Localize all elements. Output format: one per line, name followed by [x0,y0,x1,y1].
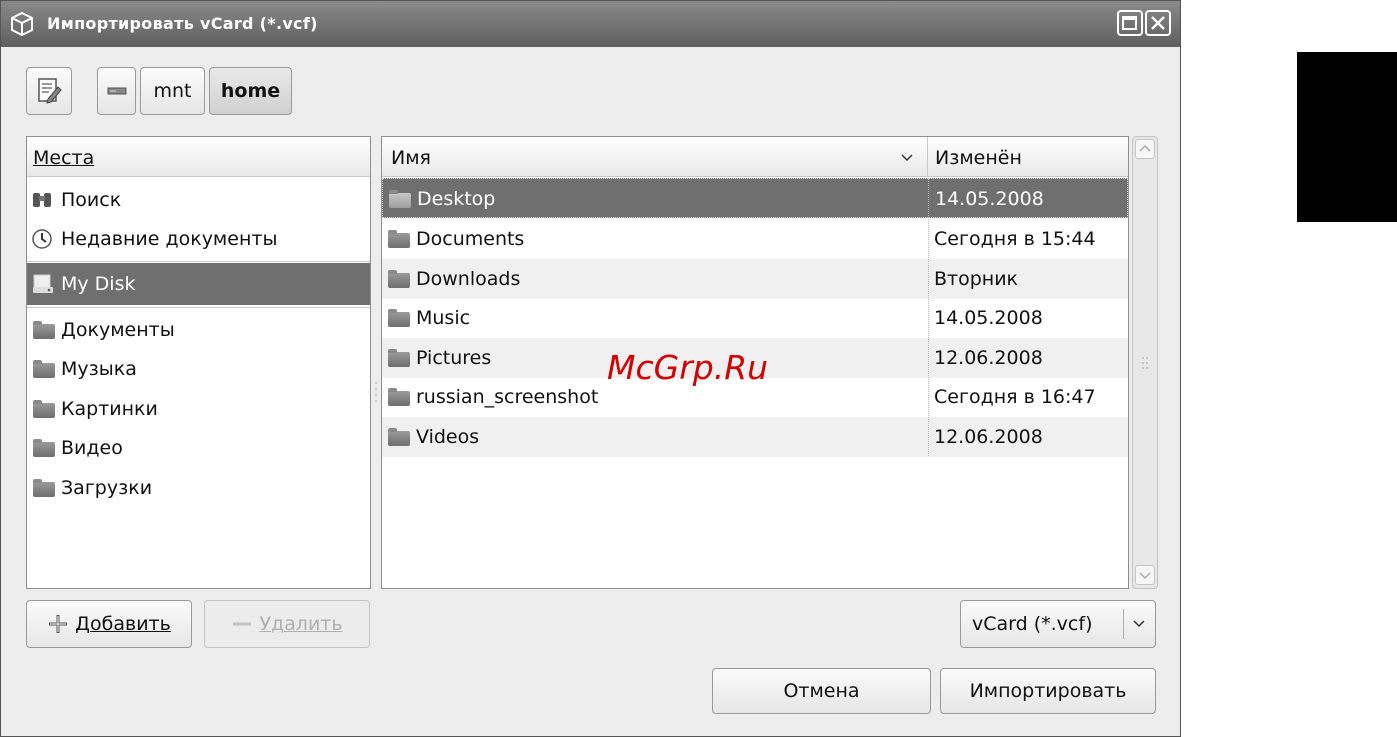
folder-icon [388,270,410,288]
file-modified: 14.05.2008 [934,307,1043,329]
folder-icon [388,428,410,446]
column-divider [928,178,929,456]
title-bar[interactable]: Импортировать vCard (*.vcf) [1,1,1180,47]
file-name: Desktop [417,188,496,210]
file-row[interactable]: Documents Сегодня в 15:44 [382,219,1128,259]
window-title: Импортировать vCard (*.vcf) [47,14,318,33]
places-header-label: Места [33,147,95,169]
places-item-pictures[interactable]: Картинки [27,389,370,429]
places-item-recent[interactable]: Недавние документы [27,219,370,259]
file-modified: Сегодня в 15:44 [934,228,1096,250]
import-button[interactable]: Импортировать [940,668,1156,714]
places-item-label: Музыка [61,358,137,380]
file-row[interactable]: Music 14.05.2008 [382,298,1128,338]
places-item-music[interactable]: Музыка [27,349,370,389]
files-scrollbar[interactable] [1132,136,1158,589]
column-header-modified[interactable]: Изменён [929,137,1128,177]
add-bookmark-button[interactable]: Добавить [26,600,192,648]
chevron-down-icon [1139,572,1151,580]
close-button[interactable] [1145,10,1171,36]
watermark: McGrp.Ru [607,348,769,387]
folder-icon [388,309,410,327]
path-crumb-mnt[interactable]: mnt [140,67,205,115]
recent-documents-icon [32,229,52,249]
places-item-video[interactable]: Видео [27,428,370,468]
path-crumb-home[interactable]: home [209,67,292,115]
path-root-button[interactable] [97,67,136,115]
file-modified: 12.06.2008 [934,347,1043,369]
folder-icon [388,230,410,248]
scroll-down-button[interactable] [1135,565,1155,585]
close-icon [1151,16,1165,30]
filter-selected-value: vCard (*.vcf) [972,613,1093,635]
places-separator [27,307,370,308]
file-modified: 14.05.2008 [935,188,1044,210]
import-vcard-dialog: Импортировать vCard (*.vcf) mnt home Мес… [0,0,1181,737]
remove-bookmark-label: Удалить [259,613,343,635]
places-item-label: Видео [61,437,123,459]
folder-icon [388,388,410,406]
places-item-label: Поиск [61,189,122,211]
places-header[interactable]: Места [27,137,370,177]
places-item-label: Документы [61,319,175,341]
black-block [1297,52,1397,222]
type-location-button[interactable] [26,67,72,115]
file-type-filter-select[interactable]: vCard (*.vcf) [960,600,1156,648]
places-pane: Места Поиск Недавние документы My Disk Д… [26,136,371,589]
file-modified: Вторник [934,268,1019,290]
places-item-label: My Disk [61,273,136,295]
chevron-up-icon [1139,144,1151,152]
folder-icon [33,321,55,339]
column-header-modified-label: Изменён [935,147,1022,169]
places-item-my-disk[interactable]: My Disk [27,263,370,305]
file-name: Music [416,307,471,329]
pane-splitter-handle[interactable] [373,379,379,405]
file-row[interactable]: Desktop 14.05.2008 [382,178,1128,218]
file-modified: 12.06.2008 [934,426,1043,448]
column-header-name[interactable]: Имя [382,137,928,177]
edit-location-icon [38,78,62,104]
remove-bookmark-button[interactable]: Удалить [204,600,370,648]
files-header: Имя Изменён [382,137,1128,177]
file-modified: Сегодня в 16:47 [934,386,1096,408]
places-separator [27,261,370,262]
column-header-name-label: Имя [391,147,431,169]
plus-icon [49,615,68,633]
combo-separator [1123,609,1124,639]
places-item-search[interactable]: Поиск [27,180,370,220]
sort-chevron-down-icon [901,154,913,162]
folder-icon [33,439,55,457]
package-icon [11,11,33,37]
file-name: Pictures [416,347,492,369]
file-name: russian_screenshot [416,386,599,408]
folder-icon [389,190,411,208]
file-name: Videos [416,426,480,448]
chevron-down-icon [1133,620,1145,628]
grip-icon [375,382,377,402]
folder-icon [388,349,410,367]
scroll-up-button[interactable] [1135,139,1155,159]
cancel-button[interactable]: Отмена [712,668,931,714]
grip-icon [1142,357,1148,369]
maximize-icon [1122,16,1137,30]
folder-icon [33,400,55,418]
file-row[interactable]: Downloads Вторник [382,259,1128,299]
drive-icon [107,87,126,95]
binoculars-icon [33,193,51,207]
disk-icon [33,274,53,293]
places-item-label: Загрузки [61,477,153,499]
file-name: Downloads [416,268,521,290]
add-bookmark-label: Добавить [75,613,171,635]
maximize-button[interactable] [1117,10,1143,36]
places-item-label: Недавние документы [61,228,278,250]
scrollbar-grip [1141,355,1149,371]
places-item-downloads[interactable]: Загрузки [27,468,370,508]
places-item-label: Картинки [61,398,158,420]
file-name: Documents [416,228,525,250]
file-row[interactable]: Videos 12.06.2008 [382,417,1128,457]
minus-icon [233,622,252,626]
folder-icon [33,479,55,497]
folder-icon [33,360,55,378]
places-item-documents[interactable]: Документы [27,310,370,350]
